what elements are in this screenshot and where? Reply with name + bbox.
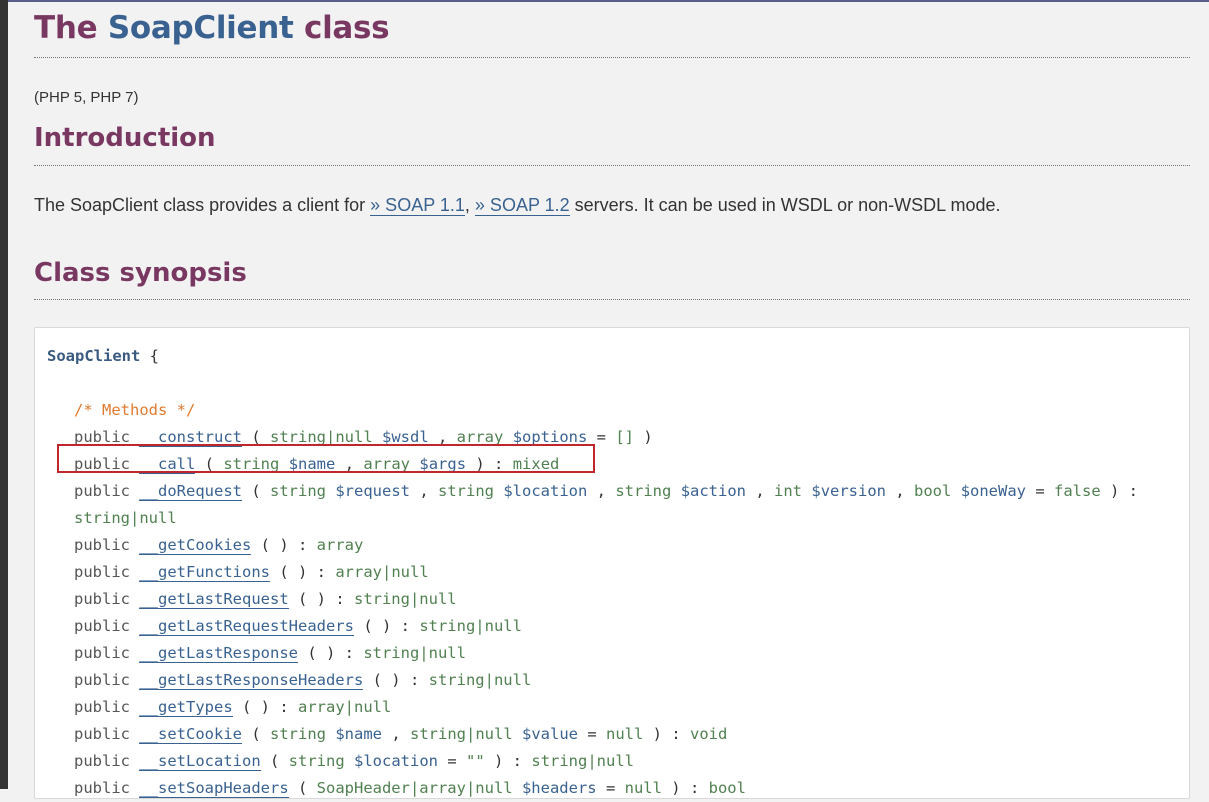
methods-comment: /* Methods */ <box>74 401 196 419</box>
method-getlastrequest-link[interactable]: __getLastRequest <box>139 590 289 609</box>
title-divider <box>34 57 1190 58</box>
introduction-text: The SoapClient class provides a client f… <box>34 195 1001 216</box>
window-left-edge <box>0 0 8 789</box>
method-setlocation-link[interactable]: __setLocation <box>139 752 261 771</box>
window-top-edge <box>8 0 1209 2</box>
method-getlastresponseheaders-link[interactable]: __getLastResponseHeaders <box>139 671 364 690</box>
synopsis-class-name: SoapClient <box>47 347 141 365</box>
introduction-divider <box>34 165 1190 166</box>
introduction-heading: Introduction <box>34 123 216 153</box>
class-synopsis-code: SoapClient { /* Methods */ public __cons… <box>47 347 1139 798</box>
class-synopsis-box: SoapClient { /* Methods */ public __cons… <box>34 327 1190 799</box>
title-class-name: SoapClient <box>107 10 294 46</box>
php-versions: (PHP 5, PHP 7) <box>34 89 139 106</box>
method-gettypes-link[interactable]: __getTypes <box>139 698 233 717</box>
class-synopsis-divider <box>34 299 1190 300</box>
method-dorequest-link[interactable]: __doRequest <box>139 482 242 501</box>
method-getlastrequestheaders-link[interactable]: __getLastRequestHeaders <box>139 617 354 636</box>
soap-1-1-link[interactable]: » SOAP 1.1 <box>370 195 465 216</box>
method-setcookie-link[interactable]: __setCookie <box>139 725 242 744</box>
method-getfunctions-link[interactable]: __getFunctions <box>139 563 270 582</box>
method-getcookies-link[interactable]: __getCookies <box>139 536 252 555</box>
soap-1-2-link[interactable]: » SOAP 1.2 <box>474 195 570 216</box>
page-title: The SoapClient class <box>34 10 390 46</box>
method-getlastresponse-link[interactable]: __getLastResponse <box>139 644 298 663</box>
class-synopsis-heading: Class synopsis <box>34 258 247 288</box>
call-method-highlight <box>57 444 595 473</box>
